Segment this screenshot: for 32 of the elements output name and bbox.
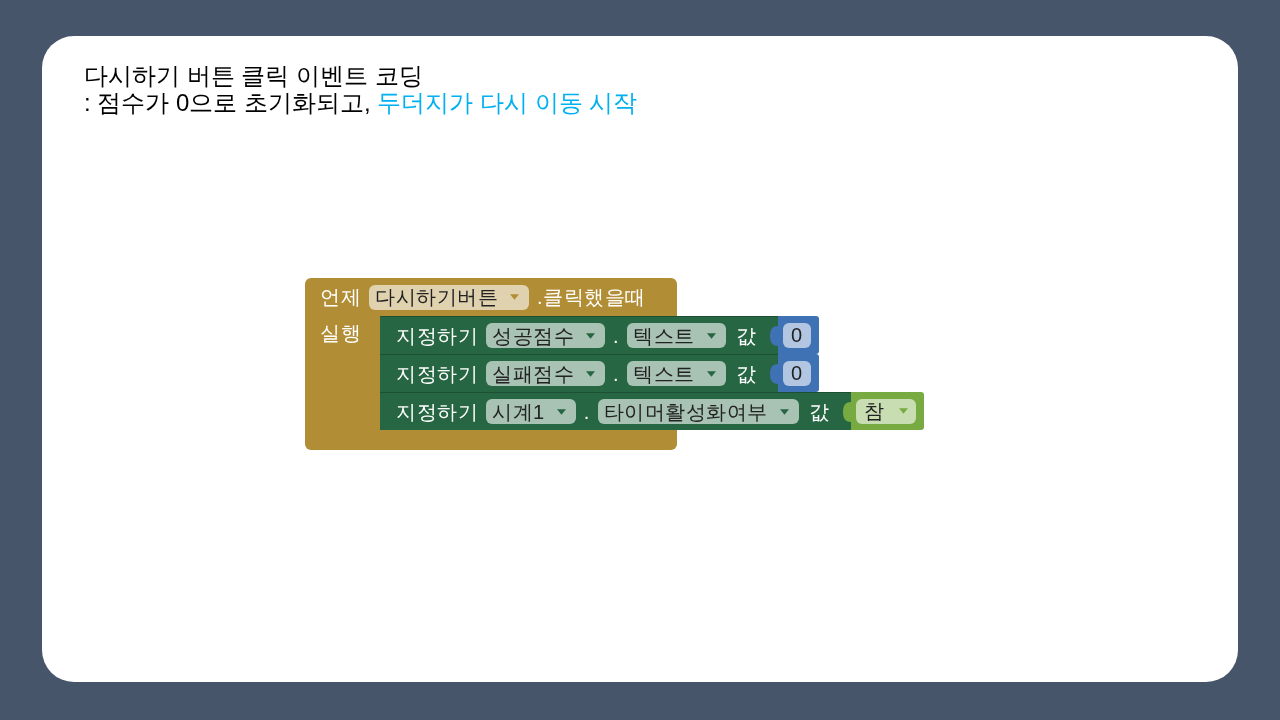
caret-icon	[706, 370, 716, 377]
logic-dropdown[interactable]: 참	[856, 398, 916, 424]
caret-icon	[779, 408, 789, 415]
event-keyword: 언제	[320, 287, 361, 307]
set-keyword: 지정하기	[396, 363, 478, 384]
component-dropdown[interactable]: 성공점수	[486, 323, 605, 348]
caret-icon	[586, 332, 595, 339]
separator-text: .	[583, 401, 590, 422]
number-field[interactable]: 0	[783, 322, 811, 348]
number-field[interactable]: 0	[783, 360, 811, 386]
caret-icon	[556, 408, 566, 415]
caret-icon	[706, 332, 716, 339]
set-keyword: 지정하기	[396, 325, 478, 346]
event-name: .클릭했을때	[537, 287, 646, 307]
property-dropdown[interactable]: 텍스트	[627, 361, 726, 386]
separator-text: .	[613, 325, 620, 346]
slide-title: 다시하기 버튼 클릭 이벤트 코딩	[84, 62, 424, 89]
do-label: 실행	[320, 322, 361, 344]
component-dropdown[interactable]: 다시하기버튼	[369, 284, 529, 310]
caret-icon	[510, 294, 519, 300]
component-dropdown[interactable]: 실패점수	[486, 361, 605, 386]
caret-icon	[898, 408, 908, 414]
value-label: 값	[735, 363, 757, 384]
value-label: 값	[735, 325, 757, 346]
property-dropdown[interactable]: 타이머활성화여부	[597, 399, 799, 424]
component-dropdown[interactable]: 시계1	[486, 399, 576, 424]
slide-subtitle: : 점수가 0으로 초기화되고, 두더지가 다시 이동 시작	[84, 89, 639, 116]
caret-icon	[586, 370, 595, 377]
value-label: 값	[808, 401, 830, 422]
separator-text: .	[613, 363, 620, 384]
set-keyword: 지정하기	[396, 401, 478, 422]
property-dropdown[interactable]: 텍스트	[627, 323, 726, 348]
